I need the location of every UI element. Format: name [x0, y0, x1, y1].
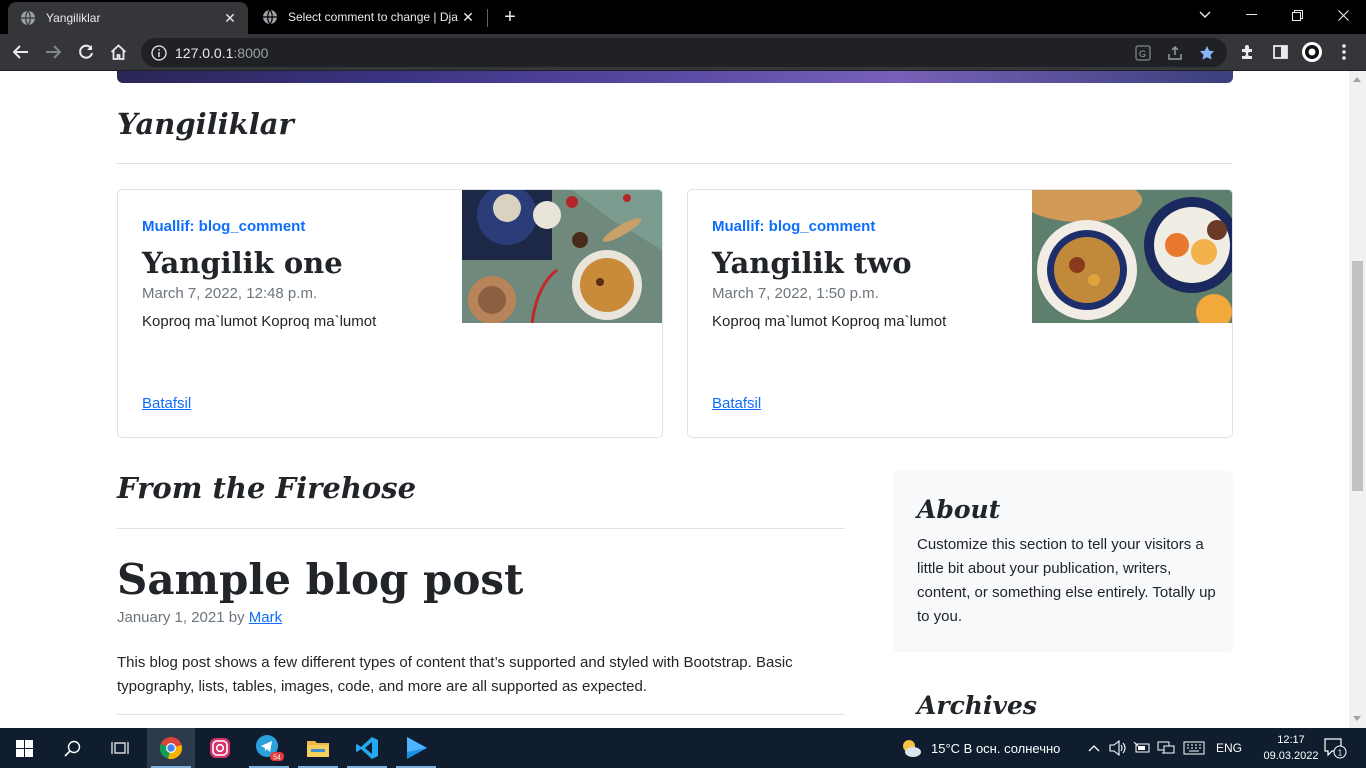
- start-button[interactable]: [0, 728, 48, 768]
- media-player-taskbar-icon[interactable]: [392, 728, 440, 768]
- card-author: Muallif: blog_comment: [142, 218, 306, 235]
- translate-icon[interactable]: G: [1135, 45, 1151, 61]
- weather-icon[interactable]: [899, 728, 923, 768]
- globe-icon: [263, 9, 277, 25]
- minimize-button[interactable]: [1228, 0, 1274, 30]
- telegram-badge: 54: [273, 755, 281, 762]
- notifications-icon[interactable]: 1: [1320, 728, 1350, 768]
- tab-django-admin[interactable]: Select comment to change | Djan ✕: [250, 0, 486, 34]
- back-icon[interactable]: [8, 39, 34, 65]
- search-icon[interactable]: [48, 728, 96, 768]
- news-card: Muallif: blog_comment Yangilik two March…: [687, 189, 1233, 438]
- card-author: Muallif: blog_comment: [712, 218, 876, 235]
- chrome-taskbar-icon[interactable]: [147, 728, 195, 768]
- file-explorer-taskbar-icon[interactable]: [294, 728, 342, 768]
- tab-divider: [487, 9, 488, 27]
- card-title: Yangilik two: [712, 246, 912, 280]
- card-date: March 7, 2022, 1:50 p.m.: [712, 285, 879, 302]
- notification-count: 1: [1338, 749, 1343, 758]
- battery-icon[interactable]: [1131, 728, 1153, 768]
- menu-icon[interactable]: [1331, 39, 1357, 65]
- scrollbar-thumb[interactable]: [1352, 261, 1363, 491]
- clock-date: 09.03.2022: [1263, 750, 1319, 762]
- language-indicator[interactable]: ENG: [1216, 728, 1242, 768]
- news-card: Muallif: blog_comment Yangilik one March…: [117, 189, 663, 438]
- news-heading: Yangiliklar: [117, 107, 294, 141]
- card-date: March 7, 2022, 12:48 p.m.: [142, 285, 318, 302]
- tab-title: Select comment to change | Djan: [288, 10, 458, 24]
- network-icon[interactable]: [1155, 728, 1177, 768]
- divider: [117, 714, 845, 715]
- share-icon[interactable]: [1167, 45, 1183, 61]
- globe-icon: [21, 10, 35, 26]
- close-tab-icon[interactable]: ✕: [458, 9, 478, 26]
- read-more-link[interactable]: Batafsil: [712, 395, 761, 412]
- divider: [117, 163, 1233, 164]
- post-author-link[interactable]: Mark: [249, 609, 282, 626]
- scroll-down-icon[interactable]: [1353, 716, 1361, 721]
- page-viewport: Yangiliklar Muallif: blog_comment Yangil…: [0, 71, 1349, 728]
- post-title: Sample blog post: [117, 555, 524, 604]
- tab-search-icon[interactable]: [1182, 0, 1228, 30]
- weather-text[interactable]: 15°C В осн. солнечно: [931, 728, 1060, 768]
- vscode-taskbar-icon[interactable]: [343, 728, 391, 768]
- task-view-icon[interactable]: [96, 728, 144, 768]
- site-info-icon[interactable]: [151, 44, 167, 61]
- tab-strip: Yangiliklar ✕ Select comment to change |…: [0, 0, 1366, 34]
- restore-button[interactable]: [1274, 0, 1320, 30]
- tab-yangiliklar[interactable]: Yangiliklar ✕: [8, 2, 248, 34]
- about-title: About: [917, 495, 1001, 524]
- new-tab-button[interactable]: +: [499, 6, 521, 28]
- divider: [117, 528, 845, 529]
- url-text: 127.0.0.1:8000: [175, 45, 268, 61]
- clock[interactable]: 12:17 09.03.2022: [1262, 732, 1320, 764]
- close-tab-icon[interactable]: ✕: [220, 10, 240, 27]
- telegram-taskbar-icon[interactable]: 54: [245, 728, 293, 768]
- read-more-link[interactable]: Batafsil: [142, 395, 191, 412]
- profile-avatar-icon[interactable]: [1299, 39, 1325, 65]
- volume-icon[interactable]: [1107, 728, 1129, 768]
- post-meta: January 1, 2021 by Mark: [117, 609, 282, 626]
- card-text: Koproq ma`lumot Koproq ma`lumot: [712, 313, 947, 330]
- keyboard-icon[interactable]: [1181, 728, 1207, 768]
- instagram-taskbar-icon[interactable]: [196, 728, 244, 768]
- post-body: This blog post shows a few different typ…: [117, 654, 793, 695]
- windows-taskbar: 54 15°C В осн. солнечно ENG 12:17 09.03.…: [0, 728, 1366, 768]
- scroll-up-icon[interactable]: [1353, 77, 1361, 82]
- tab-title: Yangiliklar: [46, 11, 101, 25]
- extensions-icon[interactable]: [1235, 39, 1261, 65]
- clock-time: 12:17: [1277, 734, 1305, 746]
- archives-title: Archives: [917, 691, 1037, 720]
- close-window-button[interactable]: [1320, 0, 1366, 30]
- forward-icon[interactable]: [40, 39, 66, 65]
- home-icon[interactable]: [105, 39, 131, 65]
- card-text: Koproq ma`lumot Koproq ma`lumot: [142, 313, 377, 330]
- hero-banner-image: [117, 71, 1233, 83]
- side-panel-icon[interactable]: [1267, 39, 1293, 65]
- about-panel: About Customize this section to tell you…: [893, 471, 1233, 652]
- firehose-heading: From the Firehose: [117, 471, 417, 505]
- card-thumbnail-image: [462, 190, 662, 323]
- bookmark-star-icon[interactable]: [1199, 45, 1215, 61]
- chevron-up-icon[interactable]: [1084, 728, 1104, 768]
- url-port: :8000: [233, 44, 269, 61]
- url-host: 127.0.0.1: [175, 44, 234, 61]
- svg-text:G: G: [1139, 49, 1146, 59]
- reload-icon[interactable]: [73, 39, 99, 65]
- address-bar[interactable]: 127.0.0.1:8000 G: [141, 38, 1227, 67]
- card-thumbnail-image: [1032, 190, 1232, 323]
- page-scrollbar[interactable]: [1349, 71, 1366, 728]
- about-text: Customize this section to tell your visi…: [917, 536, 1216, 625]
- browser-toolbar: 127.0.0.1:8000 G: [0, 34, 1366, 71]
- post-date: January 1, 2021 by: [117, 609, 249, 626]
- card-title: Yangilik one: [142, 246, 343, 280]
